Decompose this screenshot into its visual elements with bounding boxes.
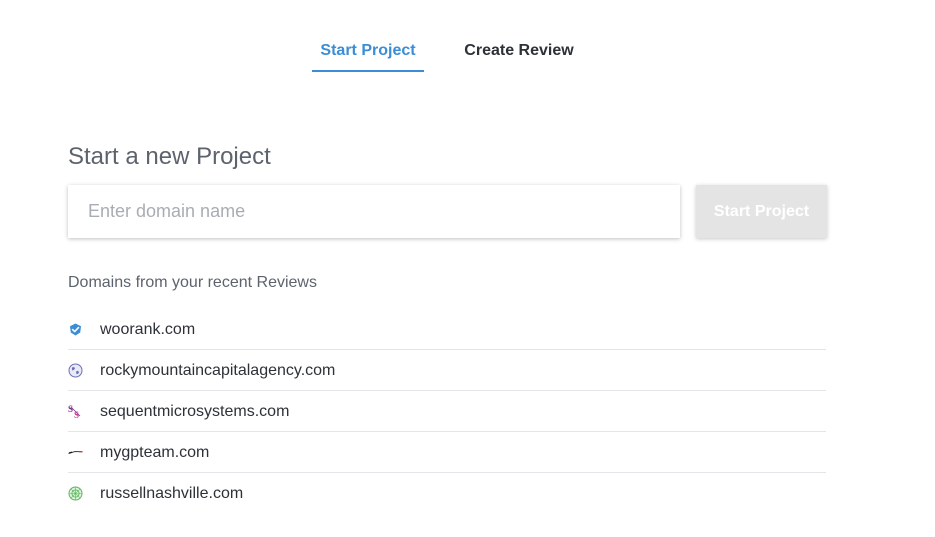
russell-logo-icon xyxy=(68,486,83,501)
recent-domain-item[interactable]: woorank.com xyxy=(68,309,826,350)
svg-text:S: S xyxy=(68,404,73,414)
recent-domains-label: Domains from your recent Reviews xyxy=(68,274,317,291)
domain-name: woorank.com xyxy=(100,321,196,338)
recent-domain-item[interactable]: russellnashville.com xyxy=(68,473,826,514)
tab-create-review[interactable]: Create Review xyxy=(458,38,580,72)
start-project-button[interactable]: Start Project xyxy=(696,185,827,238)
mygpteam-logo-icon xyxy=(68,445,83,460)
sequent-logo-icon: S S xyxy=(68,404,83,419)
domain-name: mygpteam.com xyxy=(100,444,210,461)
domain-name: sequentmicrosystems.com xyxy=(100,403,290,420)
recent-domain-item[interactable]: mygpteam.com xyxy=(68,432,826,473)
page: Start Project Create Review Start a new … xyxy=(0,0,935,537)
woorank-check-icon xyxy=(68,322,83,337)
domain-name: russellnashville.com xyxy=(100,485,244,502)
page-title: Start a new Project xyxy=(68,143,271,170)
domain-name-input[interactable] xyxy=(68,185,680,238)
globe-icon xyxy=(68,363,83,378)
recent-domain-item[interactable]: S S sequentmicrosystems.com xyxy=(68,391,826,432)
recent-domains-list: woorank.com rockymountaincapitalagency.c… xyxy=(68,309,826,514)
recent-domain-item[interactable]: rockymountaincapitalagency.com xyxy=(68,350,826,391)
tab-start-project[interactable]: Start Project xyxy=(312,38,424,72)
tab-bar: Start Project Create Review xyxy=(0,0,935,74)
domain-name: rockymountaincapitalagency.com xyxy=(100,362,336,379)
